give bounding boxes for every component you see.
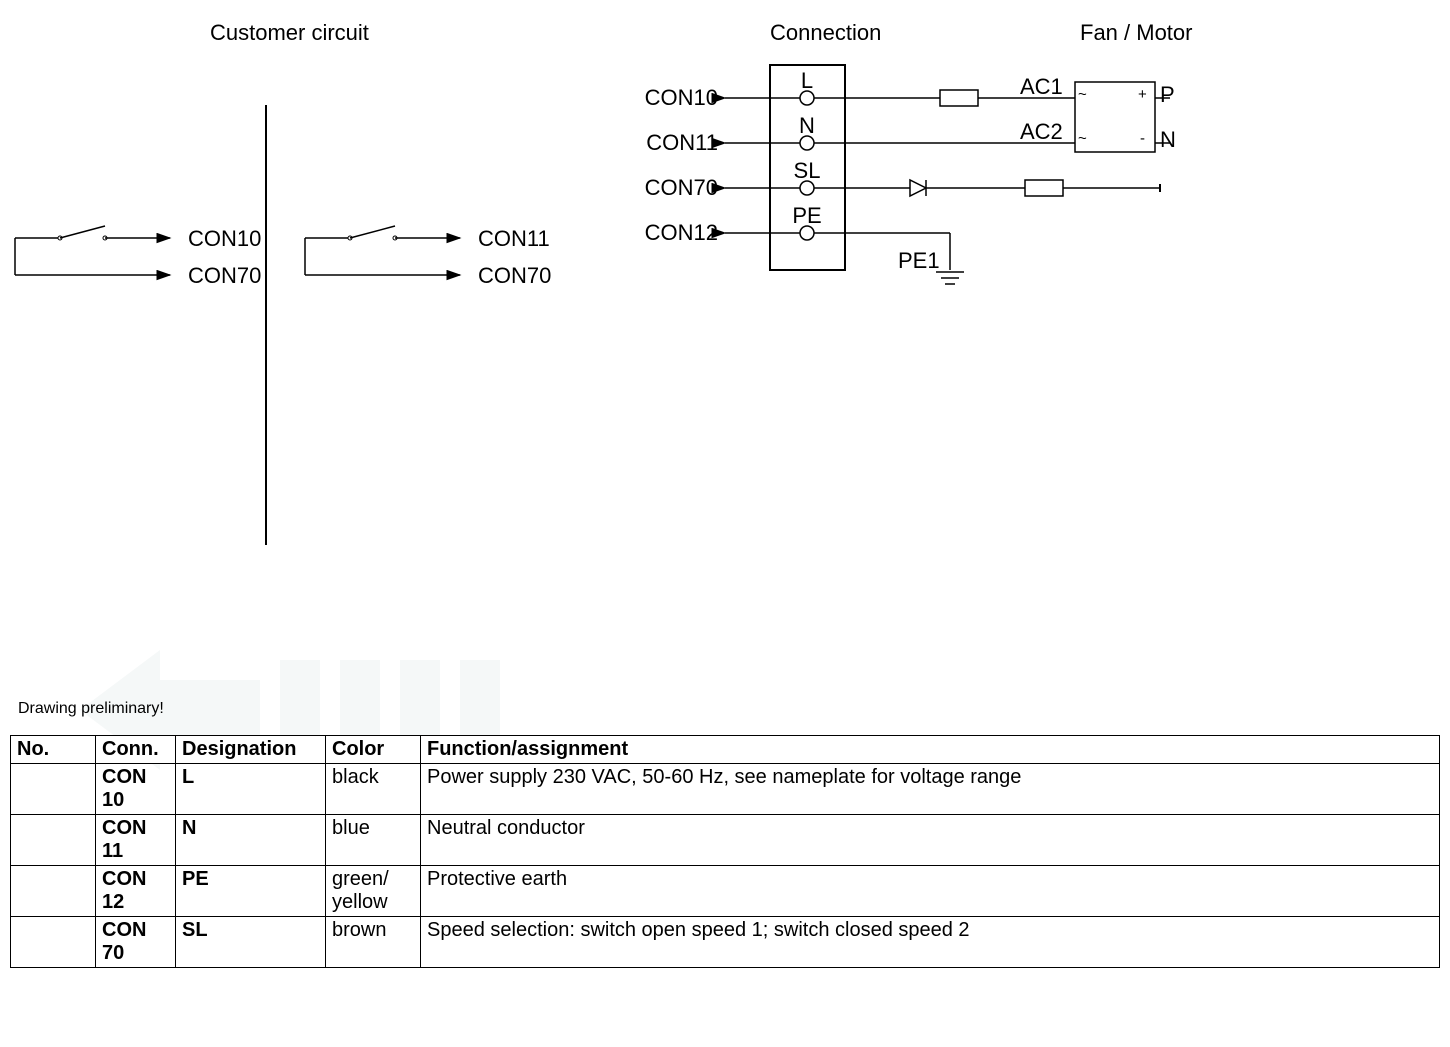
rect-tr: +: [1138, 86, 1147, 103]
th-no: No.: [11, 736, 96, 764]
th-color: Color: [326, 736, 421, 764]
cell-color: brown: [326, 917, 421, 968]
switch-right-out1: CON11: [478, 226, 550, 252]
customer-switch-right: CON11 CON70: [300, 220, 530, 290]
cell-no: [11, 764, 96, 815]
conn-label-1: CON11: [640, 130, 718, 156]
diagram-area: CON10 CON70 CON11 CON70: [0, 60, 1450, 560]
conn-label-0: CON10: [640, 85, 718, 111]
switch-right-out2: CON70: [478, 263, 551, 289]
cell-no: [11, 866, 96, 917]
cell-desig: N: [176, 815, 326, 866]
signal-pe1: PE1: [898, 248, 940, 274]
cell-desig: SL: [176, 917, 326, 968]
cell-desig: PE: [176, 866, 326, 917]
cell-func: Power supply 230 VAC, 50-60 Hz, see name…: [421, 764, 1440, 815]
divider-line: [265, 105, 267, 545]
rect-br: -: [1140, 130, 1145, 147]
th-conn: Conn.: [96, 736, 176, 764]
cell-no: [11, 917, 96, 968]
th-func: Function/assignment: [421, 736, 1440, 764]
pin-label-N: N: [790, 113, 824, 139]
table-row: CON 70 SL brown Speed selection: switch …: [11, 917, 1440, 968]
cell-conn: CON 70: [96, 917, 176, 968]
cell-func: Neutral conductor: [421, 815, 1440, 866]
cell-conn: CON 12: [96, 866, 176, 917]
switch-left-out2: CON70: [188, 263, 261, 289]
signal-ac2: AC2: [1020, 119, 1063, 145]
table-header-row: No. Conn. Designation Color Function/ass…: [11, 736, 1440, 764]
header-connection: Connection: [770, 20, 881, 46]
customer-switch-left: CON10 CON70: [10, 220, 240, 290]
header-fanmotor: Fan / Motor: [1080, 20, 1192, 46]
cell-color: black: [326, 764, 421, 815]
th-desig: Designation: [176, 736, 326, 764]
conn-label-3: CON12: [640, 220, 718, 246]
cell-conn: CON 10: [96, 764, 176, 815]
rect-n: N: [1160, 127, 1176, 153]
rect-bl: ~: [1078, 130, 1087, 147]
note-preliminary: Drawing preliminary!: [18, 700, 164, 718]
table-row: CON 12 PE green/ yellow Protective earth: [11, 866, 1440, 917]
cell-conn: CON 11: [96, 815, 176, 866]
connection-diagram: CON10 CON11 CON70 CON12 L N SL PE AC1 AC…: [640, 60, 1200, 305]
conn-label-2: CON70: [640, 175, 718, 201]
pin-label-PE: PE: [788, 203, 826, 229]
rect-tl: ~: [1078, 86, 1087, 103]
pin-label-SL: SL: [788, 158, 826, 184]
rect-p: P: [1160, 82, 1175, 108]
signal-ac1: AC1: [1020, 74, 1063, 100]
switch-left-out1: CON10: [188, 226, 261, 252]
cell-func: Speed selection: switch open speed 1; sw…: [421, 917, 1440, 968]
table-row: CON 11 N blue Neutral conductor: [11, 815, 1440, 866]
cell-func: Protective earth: [421, 866, 1440, 917]
cell-color: green/ yellow: [326, 866, 421, 917]
cell-color: blue: [326, 815, 421, 866]
pin-label-L: L: [790, 68, 824, 94]
table-row: CON 10 L black Power supply 230 VAC, 50-…: [11, 764, 1440, 815]
connection-table: No. Conn. Designation Color Function/ass…: [10, 735, 1440, 968]
cell-desig: L: [176, 764, 326, 815]
header-customer: Customer circuit: [210, 20, 369, 46]
cell-no: [11, 815, 96, 866]
